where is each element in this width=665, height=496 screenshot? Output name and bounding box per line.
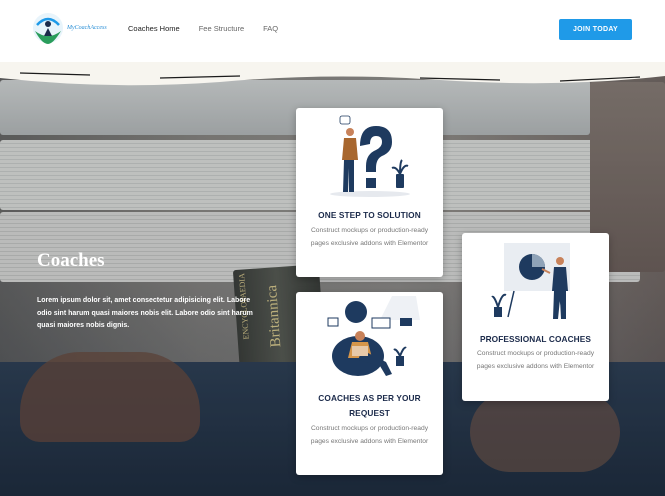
hero-description: Lorem ipsum dolor sit, amet consectetur … <box>37 297 253 329</box>
feature-card-professional[interactable]: PROFESSIONAL COACHES Construct mockups o… <box>462 233 609 401</box>
feature-card-request[interactable]: COACHES AS PER YOUR REQUEST Construct mo… <box>296 292 443 475</box>
reading-person-illustration <box>327 296 420 376</box>
card-title: PROFESSIONAL COACHES <box>479 334 592 344</box>
site-logo[interactable]: MyCoachAccess <box>31 11 131 47</box>
nav-faq[interactable]: FAQ <box>263 24 278 33</box>
card-title: ONE STEP TO SOLUTION <box>318 210 421 220</box>
card-description: Construct mockups or production-ready pa… <box>310 227 429 247</box>
logo-text: MyCoachAccess <box>67 25 107 31</box>
paper-divider <box>0 62 665 86</box>
card-description: Construct mockups or production-ready pa… <box>310 425 429 445</box>
question-mark-illustration <box>330 115 410 197</box>
join-today-button[interactable]: JOIN TODAY <box>559 19 632 40</box>
main-nav: Coaches Home Fee Structure FAQ <box>128 24 278 33</box>
nav-coaches-home[interactable]: Coaches Home <box>128 24 180 33</box>
nav-fee-structure[interactable]: Fee Structure <box>199 24 244 33</box>
logo-icon <box>33 13 63 44</box>
card-description: Construct mockups or production-ready pa… <box>476 350 595 370</box>
presentation-illustration <box>491 243 570 319</box>
hero-title: Coaches <box>37 250 105 271</box>
site-header: MyCoachAccess Coaches Home Fee Structure… <box>0 0 665 62</box>
feature-card-solution[interactable]: ONE STEP TO SOLUTION Construct mockups o… <box>296 108 443 277</box>
card-title: COACHES AS PER YOUR REQUEST <box>318 393 421 418</box>
